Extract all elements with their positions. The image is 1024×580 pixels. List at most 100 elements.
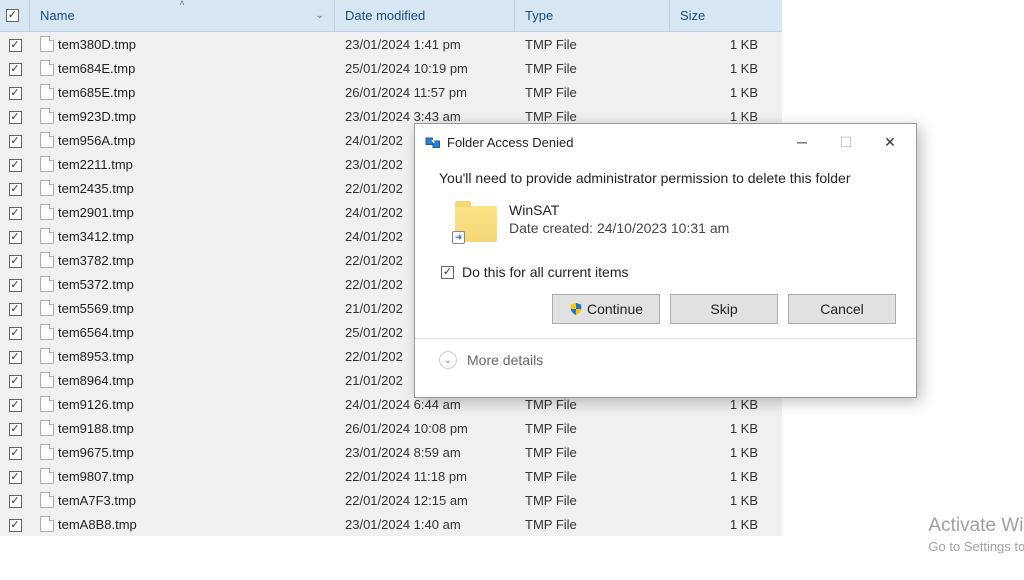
row-checkbox[interactable] — [9, 39, 22, 52]
row-checkbox[interactable] — [9, 519, 22, 532]
file-size: 1 KB — [670, 35, 768, 54]
dialog-body: You'll need to provide administrator per… — [415, 160, 916, 280]
close-button[interactable]: ✕ — [868, 127, 912, 157]
file-size: 1 KB — [670, 59, 768, 78]
row-checkbox[interactable] — [9, 63, 22, 76]
watermark-title: Activate Win — [928, 515, 1024, 537]
file-row[interactable]: tem9675.tmp 23/01/2024 8:59 am TMP File … — [0, 440, 782, 464]
row-checkbox[interactable] — [9, 351, 22, 364]
file-icon — [40, 372, 54, 388]
column-dropdown-icon[interactable]: ⌄ — [316, 10, 324, 21]
file-size: 1 KB — [670, 467, 768, 486]
file-name: tem685E.tmp — [58, 85, 135, 100]
shortcut-arrow-icon: ➜ — [452, 231, 465, 244]
file-icon — [40, 60, 54, 76]
minimize-button[interactable]: ─ — [780, 127, 824, 157]
continue-label: Continue — [587, 301, 643, 317]
file-icon — [40, 324, 54, 340]
file-icon — [40, 84, 54, 100]
file-name: tem9126.tmp — [58, 397, 134, 412]
file-icon — [40, 300, 54, 316]
file-type: TMP File — [515, 491, 670, 510]
row-checkbox[interactable] — [9, 279, 22, 292]
row-checkbox[interactable] — [9, 447, 22, 460]
file-icon — [40, 36, 54, 52]
file-icon — [40, 516, 54, 532]
folder-date: Date created: 24/10/2023 10:31 am — [509, 220, 729, 236]
file-icon — [40, 132, 54, 148]
row-checkbox[interactable] — [9, 87, 22, 100]
date-column-header[interactable]: Date modified — [335, 0, 515, 31]
file-date: 26/01/2024 10:08 pm — [335, 419, 515, 438]
file-row[interactable]: tem684E.tmp 25/01/2024 10:19 pm TMP File… — [0, 56, 782, 80]
row-checkbox[interactable] — [9, 423, 22, 436]
row-checkbox[interactable] — [9, 471, 22, 484]
file-name: tem8953.tmp — [58, 349, 134, 364]
file-icon — [40, 252, 54, 268]
row-checkbox[interactable] — [9, 255, 22, 268]
file-icon — [40, 156, 54, 172]
row-checkbox[interactable] — [9, 303, 22, 316]
file-name: tem8964.tmp — [58, 373, 134, 388]
folder-text: WinSAT Date created: 24/10/2023 10:31 am — [509, 202, 729, 242]
file-size: 1 KB — [670, 83, 768, 102]
file-row[interactable]: tem9807.tmp 22/01/2024 11:18 pm TMP File… — [0, 464, 782, 488]
type-column-header[interactable]: Type — [515, 0, 670, 31]
file-row[interactable]: temA8B8.tmp 23/01/2024 1:40 am TMP File … — [0, 512, 782, 536]
continue-button[interactable]: Continue — [552, 294, 660, 324]
maximize-button[interactable]: ☐ — [824, 127, 868, 157]
skip-button[interactable]: Skip — [670, 294, 778, 324]
column-headers: Name ˄ ⌄ Date modified Type Size — [0, 0, 782, 32]
do-all-checkbox[interactable] — [441, 266, 454, 279]
uac-shield-icon — [569, 302, 583, 316]
file-row[interactable]: temA7F3.tmp 22/01/2024 12:15 am TMP File… — [0, 488, 782, 512]
row-checkbox[interactable] — [9, 135, 22, 148]
file-icon — [40, 444, 54, 460]
row-checkbox[interactable] — [9, 207, 22, 220]
dialog-title-icon — [425, 134, 441, 150]
file-name: tem2211.tmp — [58, 157, 133, 172]
file-date: 26/01/2024 11:57 pm — [335, 83, 515, 102]
file-name: tem9807.tmp — [58, 469, 134, 484]
file-row[interactable]: tem685E.tmp 26/01/2024 11:57 pm TMP File… — [0, 80, 782, 104]
file-row[interactable]: tem9188.tmp 26/01/2024 10:08 pm TMP File… — [0, 416, 782, 440]
dialog-footer[interactable]: ⌄ More details — [415, 338, 916, 381]
row-checkbox[interactable] — [9, 327, 22, 340]
row-checkbox[interactable] — [9, 183, 22, 196]
chevron-down-icon[interactable]: ⌄ — [439, 351, 457, 369]
cancel-button[interactable]: Cancel — [788, 294, 896, 324]
row-checkbox[interactable] — [9, 159, 22, 172]
dialog-buttons: Continue Skip Cancel — [415, 294, 916, 338]
select-all-checkbox[interactable] — [6, 9, 19, 22]
file-name: tem3782.tmp — [58, 253, 134, 268]
folder-access-denied-dialog: Folder Access Denied ─ ☐ ✕ You'll need t… — [414, 123, 917, 398]
file-name: tem684E.tmp — [58, 61, 135, 76]
file-date: 25/01/2024 10:19 pm — [335, 59, 515, 78]
file-size: 1 KB — [670, 491, 768, 510]
dialog-titlebar[interactable]: Folder Access Denied ─ ☐ ✕ — [415, 124, 916, 160]
file-name: tem380D.tmp — [58, 37, 136, 52]
folder-icon: ➜ — [455, 206, 497, 242]
row-checkbox[interactable] — [9, 231, 22, 244]
row-checkbox[interactable] — [9, 399, 22, 412]
file-date: 23/01/2024 1:40 am — [335, 515, 515, 534]
file-icon — [40, 228, 54, 244]
file-name: tem6564.tmp — [58, 325, 134, 340]
sort-ascending-icon: ˄ — [179, 0, 184, 8]
file-name: temA7F3.tmp — [58, 493, 136, 508]
name-column-header[interactable]: Name ˄ ⌄ — [30, 0, 335, 31]
more-details-label: More details — [467, 352, 543, 368]
skip-label: Skip — [710, 301, 737, 317]
file-name: tem3412.tmp — [58, 229, 134, 244]
row-checkbox[interactable] — [9, 111, 22, 124]
select-all-header[interactable] — [0, 0, 30, 31]
file-type: TMP File — [515, 467, 670, 486]
folder-name: WinSAT — [509, 202, 729, 218]
file-icon — [40, 348, 54, 364]
file-row[interactable]: tem380D.tmp 23/01/2024 1:41 pm TMP File … — [0, 32, 782, 56]
file-type: TMP File — [515, 419, 670, 438]
do-all-row[interactable]: Do this for all current items — [441, 264, 892, 280]
row-checkbox[interactable] — [9, 375, 22, 388]
size-column-header[interactable]: Size — [670, 0, 768, 31]
row-checkbox[interactable] — [9, 495, 22, 508]
